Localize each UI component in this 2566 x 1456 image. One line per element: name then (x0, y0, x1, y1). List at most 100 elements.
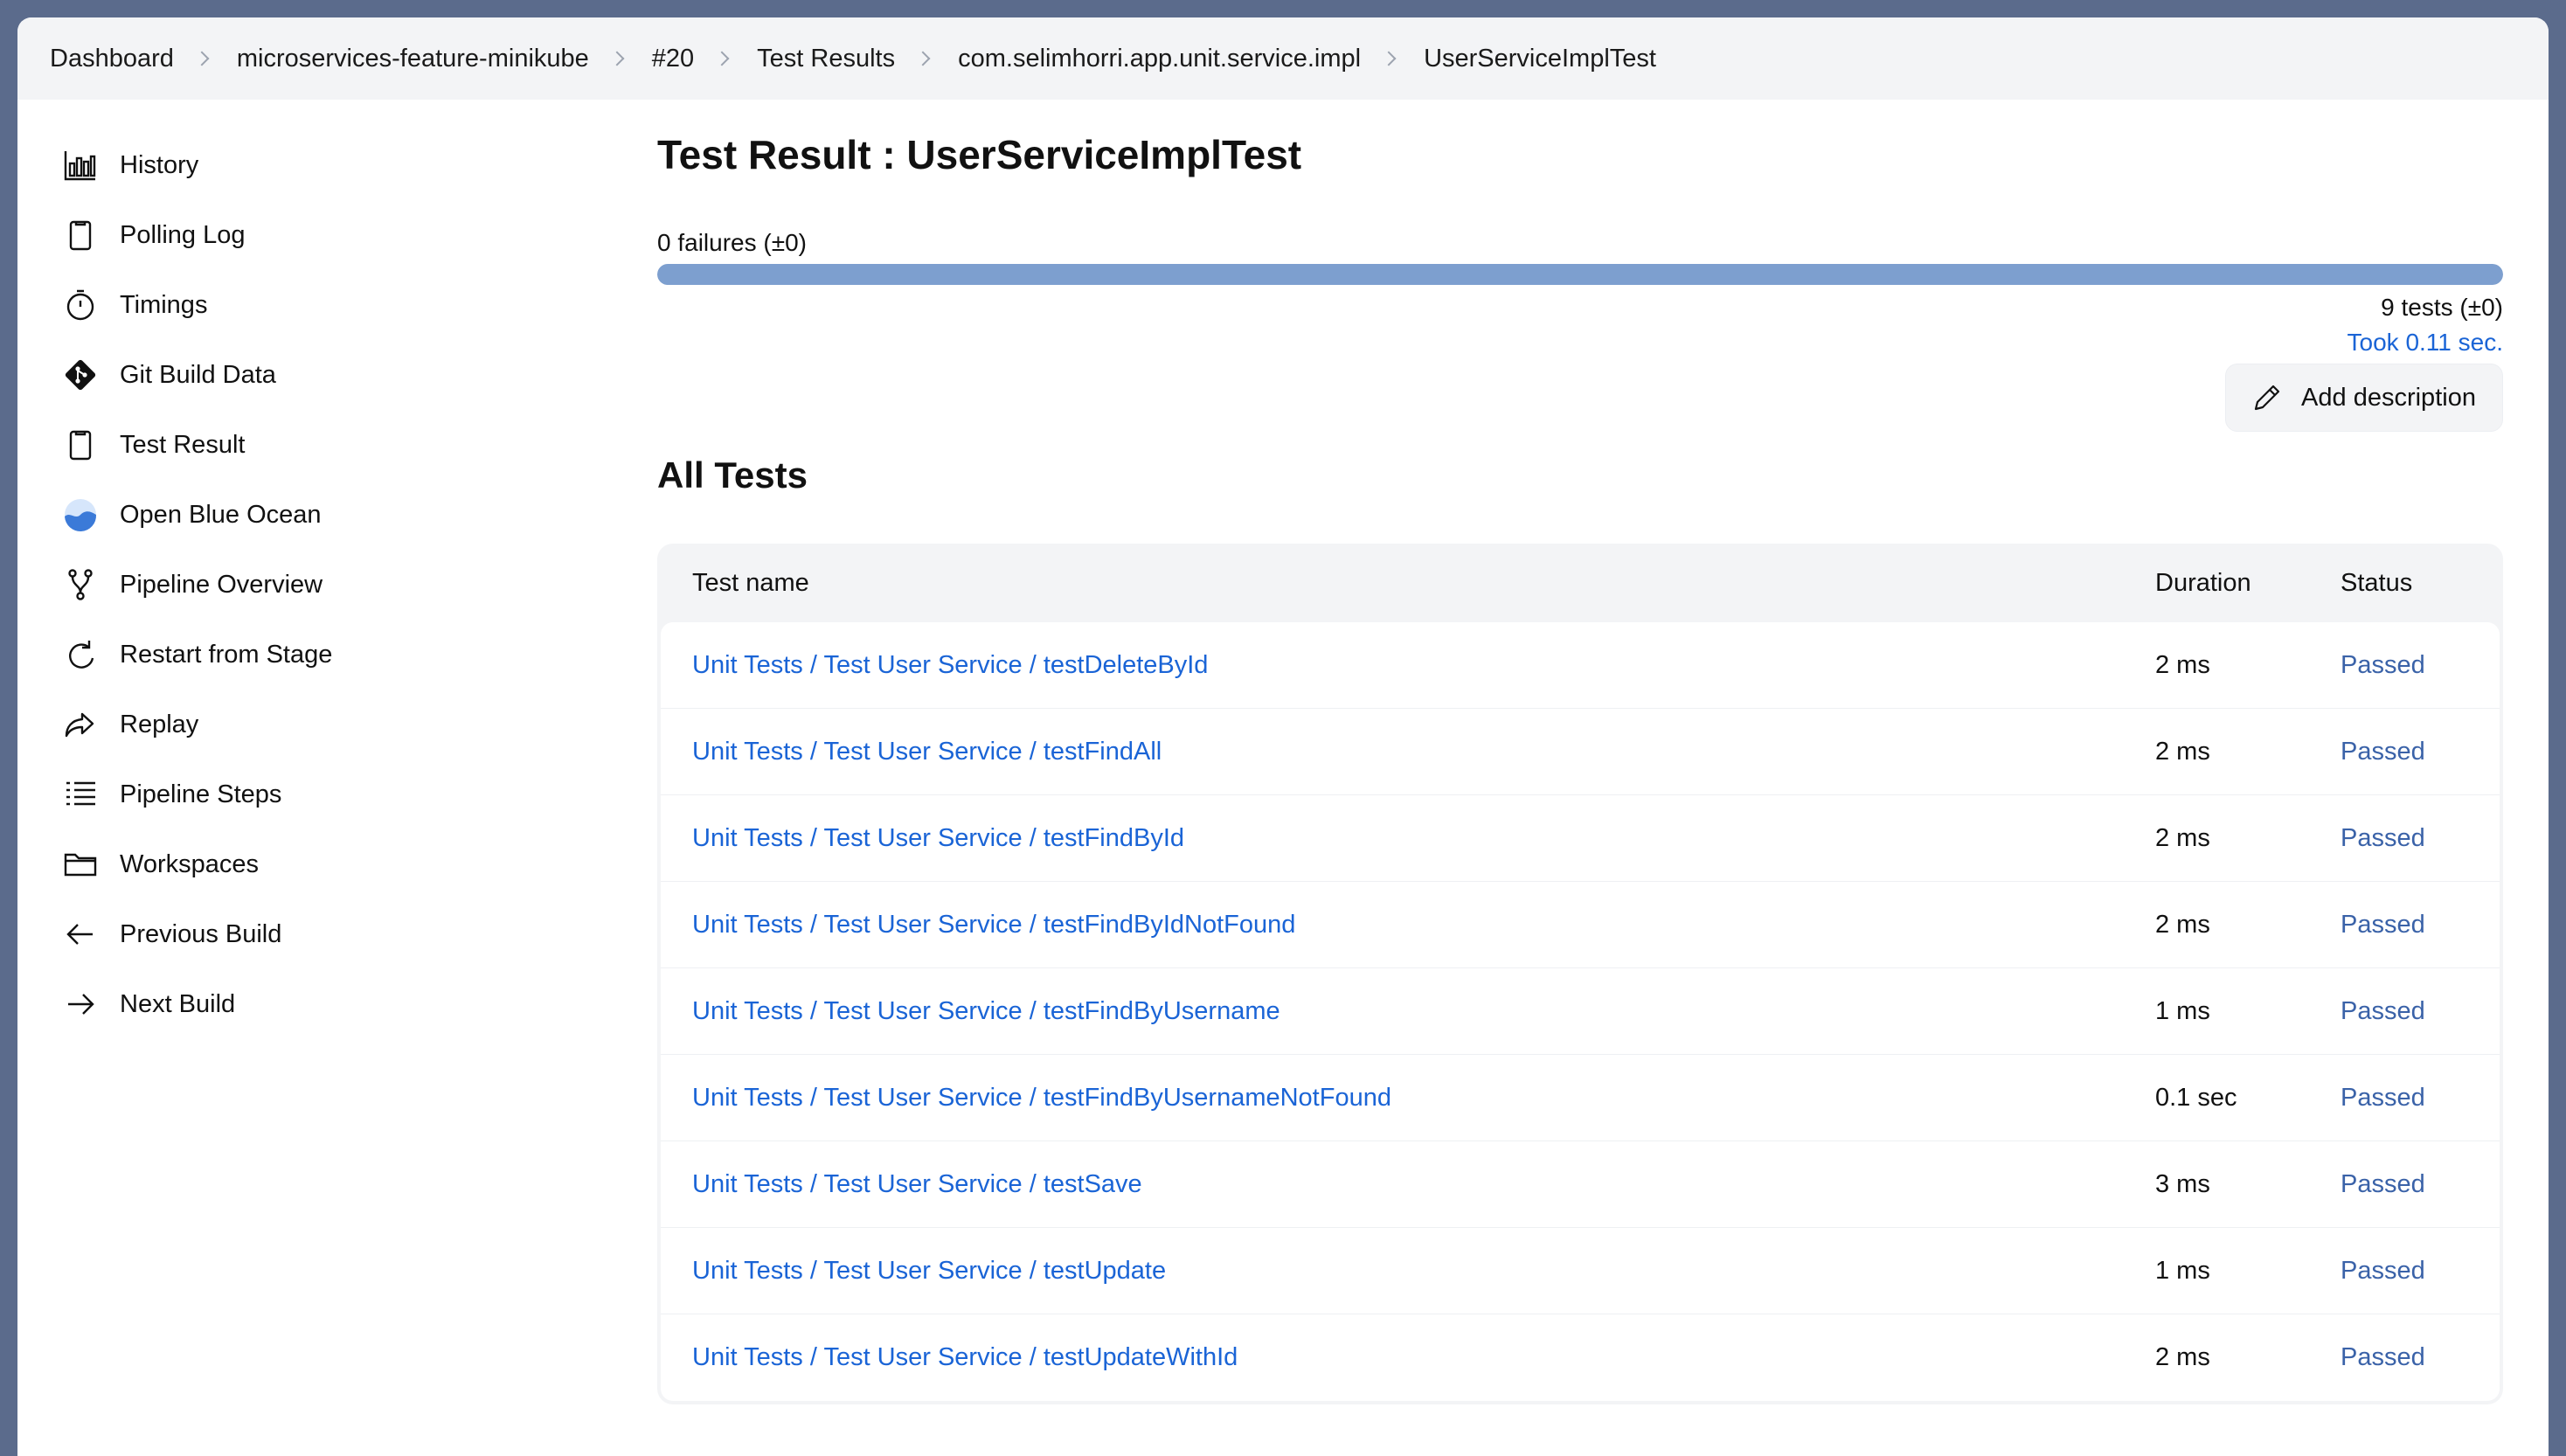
sidebar-item-history[interactable]: History (61, 139, 198, 191)
chevron-right-icon (714, 51, 730, 66)
duration-cell: 2 ms (2155, 823, 2210, 852)
table-row: Unit Tests / Test User Service / testSav… (661, 1141, 2500, 1228)
test-name-cell: Unit Tests / Test User Service / testFin… (661, 1084, 2155, 1113)
blue-ocean-icon (61, 496, 100, 534)
test-name-cell: Unit Tests / Test User Service / testSav… (661, 1170, 2155, 1199)
test-name-cell: Unit Tests / Test User Service / testUpd… (661, 1343, 2155, 1372)
duration-cell: 0.1 sec (2155, 1083, 2237, 1112)
sidebar-item-git-build-data[interactable]: Git Build Data (61, 349, 276, 401)
table-row: Unit Tests / Test User Service / testFin… (661, 709, 2500, 795)
sidebar-item-timings[interactable]: Timings (61, 279, 207, 331)
folder-icon (61, 845, 100, 884)
duration-cell: 2 ms (2155, 1343, 2210, 1371)
table-row: Unit Tests / Test User Service / testFin… (661, 968, 2500, 1055)
duration-link[interactable]: Took 0.11 sec. (2348, 329, 2503, 357)
sidebar-item-previous-build[interactable]: Previous Build (61, 908, 281, 960)
bar-chart-icon (61, 146, 100, 184)
sidebar-item-pipeline-overview[interactable]: Pipeline Overview (61, 558, 322, 611)
clipboard-icon (61, 216, 100, 254)
sidebar-item-label: Test Result (120, 430, 246, 459)
clipboard-icon (61, 426, 100, 464)
test-name-link[interactable]: Unit Tests / Test User Service / testFin… (692, 911, 1295, 939)
tests-count: 9 tests (±0) (2381, 294, 2503, 321)
table-row: Unit Tests / Test User Service / testFin… (661, 882, 2500, 968)
test-name-link[interactable]: Unit Tests / Test User Service / testSav… (692, 1170, 1142, 1198)
replay-icon (61, 705, 100, 744)
test-name-cell: Unit Tests / Test User Service / testFin… (661, 911, 2155, 939)
arrow-right-icon (61, 985, 100, 1023)
table-row: Unit Tests / Test User Service / testUpd… (661, 1228, 2500, 1314)
breadcrumb-package[interactable]: com.selimhorri.app.unit.service.impl (958, 45, 1361, 73)
test-name-link[interactable]: Unit Tests / Test User Service / testFin… (692, 997, 1280, 1025)
list-icon (61, 775, 100, 814)
sidebar-item-label: History (120, 150, 199, 179)
status-cell: Passed (2341, 910, 2425, 939)
status-cell: Passed (2341, 650, 2425, 679)
pencil-icon (2254, 385, 2280, 411)
sidebar-item-label: Restart from Stage (120, 640, 333, 669)
test-name-link[interactable]: Unit Tests / Test User Service / testFin… (692, 738, 1162, 766)
sidebar-item-label: Workspaces (120, 849, 260, 878)
sidebar-item-polling-log[interactable]: Polling Log (61, 209, 246, 261)
test-name-link[interactable]: Unit Tests / Test User Service / testDel… (692, 651, 1208, 679)
breadcrumb-test-results[interactable]: Test Results (757, 45, 895, 73)
test-name-link[interactable]: Unit Tests / Test User Service / testUpd… (692, 1257, 1166, 1285)
sidebar-item-workspaces[interactable]: Workspaces (61, 838, 259, 891)
breadcrumb-job[interactable]: microservices-feature-minikube (237, 45, 589, 73)
column-header-test-name[interactable]: Test name (661, 569, 2155, 598)
duration-cell: 1 ms (2155, 1256, 2210, 1285)
table-row: Unit Tests / Test User Service / testFin… (661, 795, 2500, 882)
status-cell: Passed (2341, 996, 2425, 1025)
sidebar-item-next-build[interactable]: Next Build (61, 978, 235, 1030)
arrow-left-icon (61, 915, 100, 953)
test-name-link[interactable]: Unit Tests / Test User Service / testFin… (692, 1084, 1391, 1112)
test-name-cell: Unit Tests / Test User Service / testFin… (661, 738, 2155, 766)
test-name-link[interactable]: Unit Tests / Test User Service / testUpd… (692, 1343, 1238, 1371)
test-name-cell: Unit Tests / Test User Service / testDel… (661, 651, 2155, 680)
test-name-cell: Unit Tests / Test User Service / testFin… (661, 997, 2155, 1026)
sidebar-item-replay[interactable]: Replay (61, 698, 198, 751)
table-row: Unit Tests / Test User Service / testFin… (661, 1055, 2500, 1141)
duration-cell: 3 ms (2155, 1169, 2210, 1198)
restart-icon (61, 635, 100, 674)
add-description-button[interactable]: Add description (2225, 364, 2503, 432)
column-header-status[interactable]: Status (2341, 569, 2500, 598)
sidebar-item-label: Timings (120, 290, 208, 319)
chevron-right-icon (1381, 51, 1397, 66)
sidebar-item-label: Previous Build (120, 919, 282, 948)
test-name-cell: Unit Tests / Test User Service / testUpd… (661, 1257, 2155, 1286)
sidebar-item-label: Next Build (120, 989, 236, 1018)
breadcrumb-dashboard[interactable]: Dashboard (50, 45, 174, 73)
breadcrumb: Dashboard microservices-feature-minikube… (17, 17, 2549, 100)
chevron-right-icon (194, 51, 210, 66)
sidebar-item-restart-from-stage[interactable]: Restart from Stage (61, 628, 332, 681)
breadcrumb-build[interactable]: #20 (652, 45, 694, 73)
column-header-duration[interactable]: Duration (2155, 569, 2341, 598)
test-name-link[interactable]: Unit Tests / Test User Service / testFin… (692, 824, 1184, 852)
test-name-cell: Unit Tests / Test User Service / testFin… (661, 824, 2155, 853)
table-body: Unit Tests / Test User Service / testDel… (661, 622, 2500, 1401)
table-row: Unit Tests / Test User Service / testDel… (661, 622, 2500, 709)
sidebar-item-test-result[interactable]: Test Result (61, 419, 245, 471)
status-cell: Passed (2341, 823, 2425, 852)
sidebar-item-open-blue-ocean[interactable]: Open Blue Ocean (61, 489, 322, 541)
table-row: Unit Tests / Test User Service / testUpd… (661, 1314, 2500, 1401)
branch-icon (61, 565, 100, 604)
sidebar-item-label: Open Blue Ocean (120, 500, 322, 529)
browser-window: Dashboard microservices-feature-minikube… (17, 17, 2549, 1456)
status-cell: Passed (2341, 1343, 2425, 1371)
duration-cell: 2 ms (2155, 910, 2210, 939)
duration-cell: 2 ms (2155, 737, 2210, 766)
breadcrumb-class[interactable]: UserServiceImplTest (1424, 45, 1656, 73)
section-title: All Tests (657, 454, 808, 496)
sidebar-item-label: Polling Log (120, 220, 246, 249)
chevron-right-icon (609, 51, 625, 66)
table-header: Test name Duration Status (661, 544, 2500, 622)
failures-summary: 0 failures (±0) (657, 229, 807, 256)
sidebar-item-pipeline-steps[interactable]: Pipeline Steps (61, 768, 281, 821)
duration-cell: 1 ms (2155, 996, 2210, 1025)
status-cell: Passed (2341, 1256, 2425, 1285)
sidebar-item-label: Pipeline Overview (120, 570, 323, 599)
chevron-right-icon (915, 51, 931, 66)
status-cell: Passed (2341, 1169, 2425, 1198)
